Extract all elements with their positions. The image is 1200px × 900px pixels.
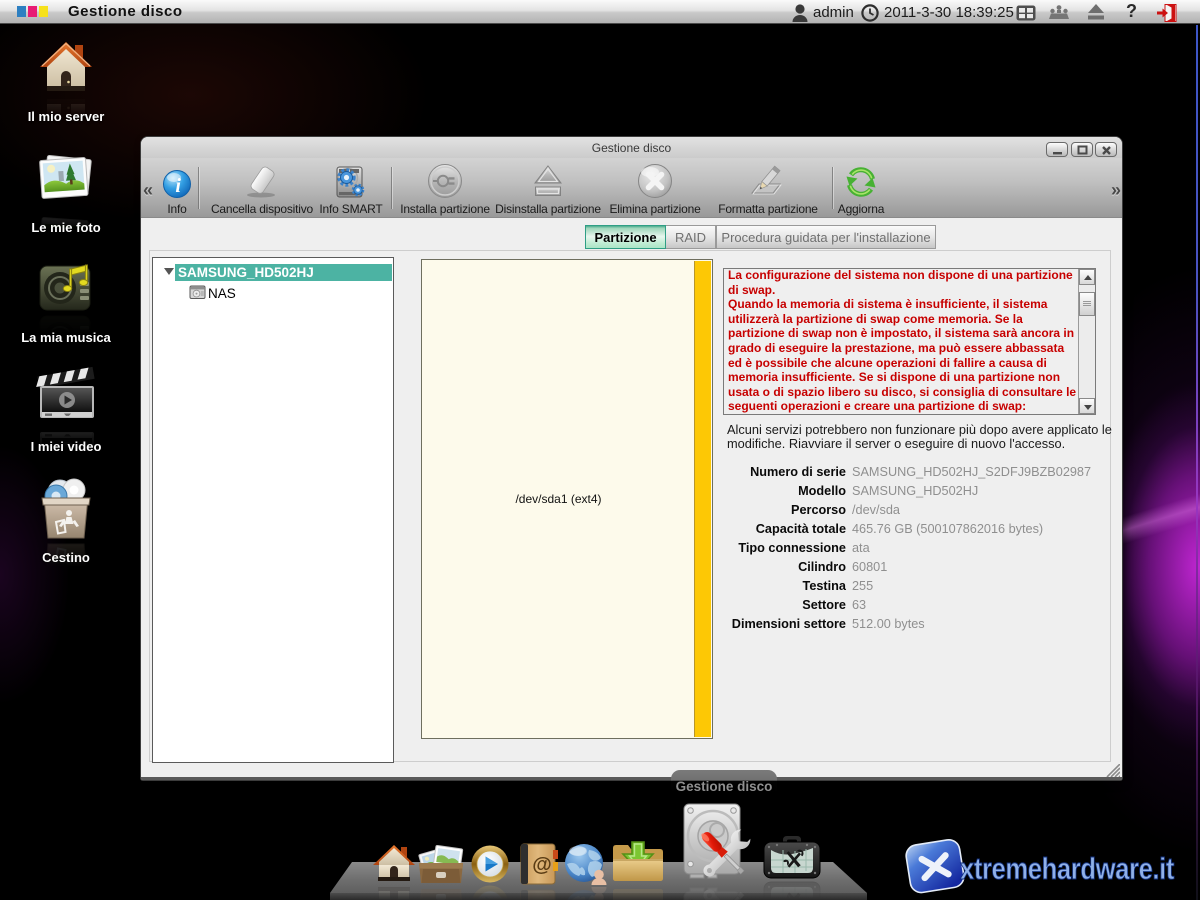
svg-text:xtremehardware.it: xtremehardware.it xyxy=(960,851,1174,886)
svg-text:@: @ xyxy=(532,854,552,876)
svg-text:i: i xyxy=(175,175,181,197)
